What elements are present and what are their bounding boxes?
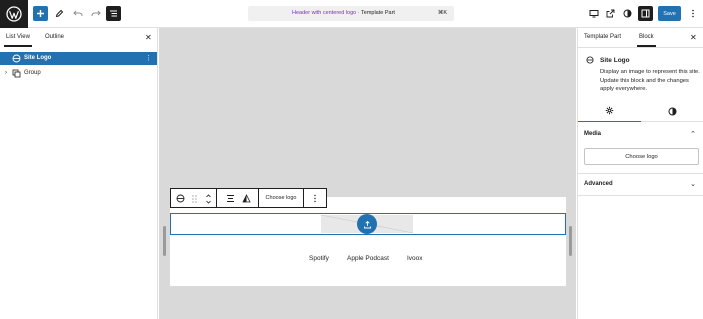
pencil-icon bbox=[55, 9, 64, 18]
block-toolbar: Choose logo bbox=[170, 188, 327, 208]
editor-canvas: Spotify Apple Podcast Ivoox Choose logo bbox=[159, 28, 576, 319]
site-logo-icon[interactable] bbox=[176, 194, 185, 203]
block-card: Site Logo Display an image to represent … bbox=[578, 48, 703, 103]
list-item-label: Group bbox=[24, 70, 41, 76]
save-button[interactable]: Save bbox=[658, 6, 681, 21]
drag-handle-icon[interactable] bbox=[192, 195, 197, 203]
template-part-preview: Spotify Apple Podcast Ivoox bbox=[170, 197, 566, 286]
wordpress-logo-button[interactable] bbox=[0, 0, 28, 28]
list-item-label: Site Logo bbox=[24, 55, 52, 61]
external-icon bbox=[606, 9, 615, 18]
gear-icon bbox=[605, 106, 614, 115]
block-name: Site Logo bbox=[600, 57, 630, 64]
right-resize-handle[interactable] bbox=[569, 226, 572, 256]
wordpress-icon bbox=[6, 6, 22, 22]
site-logo-icon bbox=[586, 56, 594, 64]
advanced-panel-header[interactable]: Advanced ⌄ bbox=[578, 174, 703, 194]
top-toolbar: Header with centered logo · Template Par… bbox=[0, 0, 703, 28]
tab-block[interactable]: Block bbox=[637, 34, 656, 47]
tab-styles[interactable] bbox=[641, 100, 703, 122]
panel-divider bbox=[578, 195, 703, 196]
more-vertical-icon bbox=[691, 9, 694, 18]
block-toolbar-block-group bbox=[171, 189, 217, 207]
plus-icon bbox=[37, 10, 44, 17]
media-panel-header[interactable]: Media ⌃ bbox=[578, 124, 703, 144]
document-title-bar[interactable]: Header with centered logo · Template Par… bbox=[248, 6, 454, 21]
external-link-button[interactable] bbox=[603, 6, 618, 21]
chevron-down-icon: ⌄ bbox=[690, 181, 696, 188]
nav-link-ivoox[interactable]: Ivoox bbox=[407, 255, 423, 262]
list-view-toggle[interactable] bbox=[106, 6, 121, 21]
undo-button[interactable] bbox=[70, 6, 85, 21]
desktop-icon bbox=[589, 10, 598, 18]
block-description: Display an image to represent this site.… bbox=[600, 69, 700, 93]
left-panel-tabs: List View Outline ✕ bbox=[0, 28, 158, 48]
tab-outline[interactable]: Outline bbox=[45, 34, 64, 40]
block-toolbar-alignment-group bbox=[217, 189, 259, 207]
sidebar-icon bbox=[641, 9, 650, 18]
tools-button[interactable] bbox=[52, 6, 67, 21]
close-icon[interactable]: ✕ bbox=[690, 33, 697, 42]
view-button[interactable] bbox=[586, 6, 601, 21]
group-icon bbox=[12, 69, 21, 78]
styles-button[interactable] bbox=[620, 6, 635, 21]
chevron-right-icon[interactable]: › bbox=[5, 70, 7, 76]
chevron-up-icon: ⌃ bbox=[690, 131, 696, 138]
more-vertical-icon[interactable]: ⋮ bbox=[145, 54, 152, 62]
site-logo-icon bbox=[12, 54, 21, 63]
undo-icon bbox=[72, 10, 82, 17]
media-panel-title: Media bbox=[584, 131, 602, 137]
list-item-group[interactable]: › Group bbox=[0, 67, 157, 80]
move-up-down-icon[interactable] bbox=[205, 193, 212, 205]
list-view-panel: List View Outline ✕ Site Logo ⋮ › Group bbox=[0, 28, 158, 319]
list-item-site-logo[interactable]: Site Logo ⋮ bbox=[0, 52, 157, 65]
left-resize-handle[interactable] bbox=[163, 226, 166, 256]
choose-logo-toolbar-button[interactable]: Choose logo bbox=[259, 189, 304, 207]
redo-button[interactable] bbox=[88, 6, 103, 21]
nav-link-spotify[interactable]: Spotify bbox=[309, 255, 329, 262]
sidebar-tabs: Template Part Block ✕ bbox=[578, 28, 703, 48]
site-logo-block[interactable] bbox=[170, 213, 566, 235]
document-title: Header with centered logo · Template Par… bbox=[292, 10, 395, 16]
more-vertical-icon bbox=[314, 194, 316, 202]
block-options-button[interactable] bbox=[304, 189, 326, 207]
settings-sidebar-toggle[interactable] bbox=[638, 6, 653, 21]
upload-button[interactable] bbox=[357, 214, 377, 234]
duotone-icon[interactable] bbox=[242, 194, 251, 203]
tab-template-part[interactable]: Template Part bbox=[584, 34, 621, 40]
block-inspector-tabs bbox=[578, 100, 703, 122]
tab-settings[interactable] bbox=[578, 100, 641, 122]
add-block-button[interactable] bbox=[33, 6, 48, 21]
redo-icon bbox=[91, 10, 101, 17]
advanced-panel-title: Advanced bbox=[584, 181, 613, 187]
choose-logo-button[interactable]: Choose logo bbox=[584, 148, 699, 165]
tab-list-view[interactable]: List View bbox=[4, 34, 32, 47]
align-center-icon[interactable] bbox=[226, 194, 235, 203]
close-icon[interactable]: ✕ bbox=[145, 33, 152, 42]
document-title-type: Template Part bbox=[361, 10, 395, 16]
command-shortcut: ⌘K bbox=[437, 10, 447, 16]
upload-icon bbox=[363, 220, 371, 228]
contrast-icon bbox=[668, 107, 677, 115]
options-button[interactable] bbox=[685, 6, 700, 21]
document-title-part: Header with centered logo bbox=[292, 10, 357, 16]
nav-link-apple-podcast[interactable]: Apple Podcast bbox=[347, 255, 389, 262]
contrast-icon bbox=[623, 9, 632, 18]
settings-sidebar: Template Part Block ✕ Site Logo Display … bbox=[577, 28, 703, 319]
list-view-icon bbox=[110, 10, 117, 17]
